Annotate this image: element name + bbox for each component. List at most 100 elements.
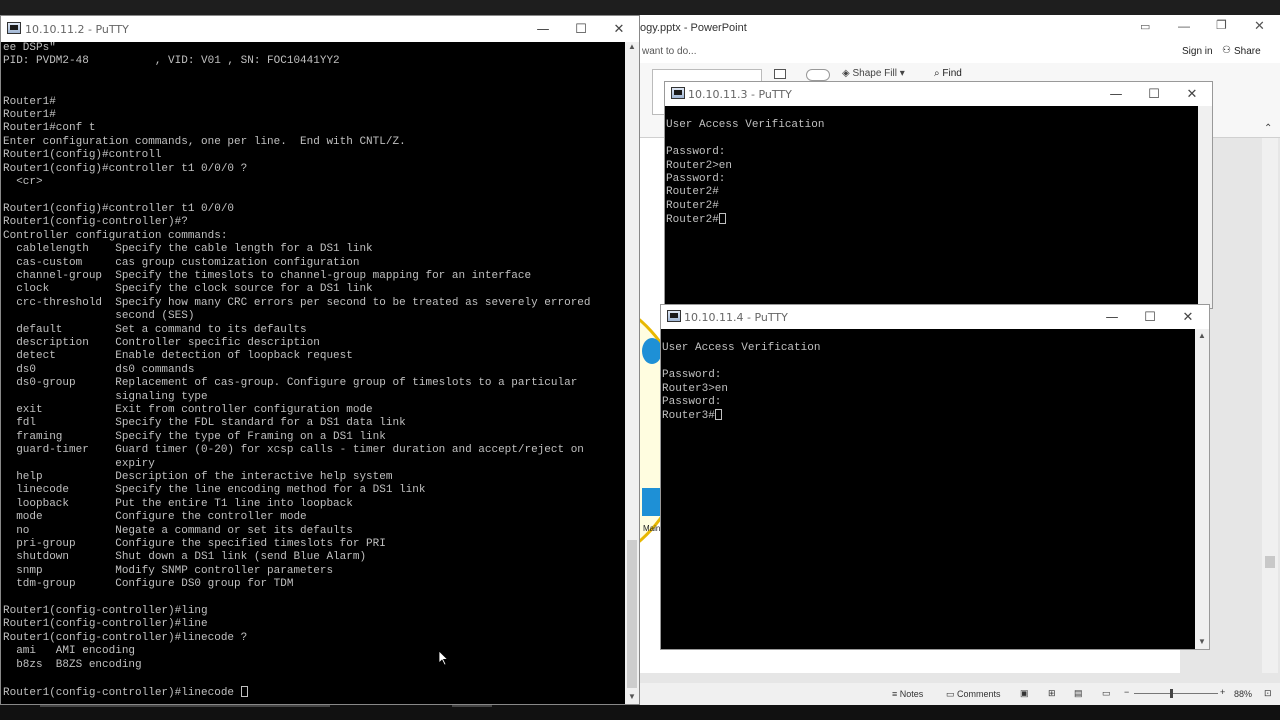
terminal-scrollbar[interactable] bbox=[1198, 106, 1212, 308]
terminal-line: Router1#conf t bbox=[3, 122, 96, 135]
shape-oval-icon[interactable] bbox=[806, 69, 830, 81]
shape-fill-label: Shape Fill bbox=[852, 68, 897, 79]
close-icon[interactable]: ✕ bbox=[1174, 82, 1210, 106]
terminal-line: ee DSPs" bbox=[3, 42, 56, 54]
slide-scroll-thumb[interactable] bbox=[1265, 556, 1275, 568]
terminal-output[interactable]: User Access Verification Password: Router… bbox=[662, 329, 1195, 647]
putty-window-router2: 10.10.11.3 - PuTTY — ☐ ✕ User Access Ver… bbox=[664, 81, 1213, 309]
router-icon bbox=[642, 338, 662, 364]
scroll-up-icon[interactable]: ▲ bbox=[628, 42, 636, 51]
scroll-down-icon[interactable]: ▼ bbox=[1198, 637, 1206, 646]
switch-icon bbox=[642, 488, 662, 516]
terminal-cursor bbox=[240, 685, 248, 697]
terminal-scrollbar[interactable]: ▲ ▼ bbox=[625, 42, 639, 704]
find-button[interactable]: ⌕ Find bbox=[934, 68, 962, 79]
terminal-line: Controller configuration commands: bbox=[3, 229, 228, 242]
terminal-line: help Description of the interactive help… bbox=[3, 471, 393, 483]
terminal-line: Password: bbox=[662, 396, 722, 409]
terminal-line: Password: bbox=[666, 146, 726, 159]
close-icon[interactable]: ✕ bbox=[1170, 305, 1206, 329]
powerpoint-title: ogy.pptx - PowerPoint bbox=[640, 22, 747, 34]
fit-slide-icon[interactable]: ⊡ bbox=[1264, 688, 1272, 699]
comments-label: Comments bbox=[957, 689, 1001, 699]
zoom-slider-thumb[interactable] bbox=[1170, 689, 1173, 698]
terminal-output[interactable]: ee DSPs" PID: PVDM2-48 , VID: V01 , SN: F… bbox=[3, 42, 625, 702]
terminal-line: Router3# bbox=[662, 409, 1195, 423]
terminal-cursor bbox=[718, 213, 726, 225]
scroll-down-icon[interactable]: ▼ bbox=[628, 692, 636, 701]
terminal-line: <cr> bbox=[3, 176, 43, 189]
zoom-slider[interactable] bbox=[1134, 693, 1218, 694]
shape-fill-button[interactable]: ◈ Shape Fill ▾ bbox=[842, 68, 905, 79]
maximize-icon[interactable]: ☐ bbox=[1132, 305, 1168, 329]
terminal-line: ami AMI encoding bbox=[3, 645, 136, 658]
sign-in-link[interactable]: Sign in bbox=[1182, 46, 1213, 57]
ribbon-display-icon[interactable]: ▭ bbox=[1140, 20, 1150, 33]
terminal-cursor bbox=[714, 409, 722, 421]
terminal-line: shutdown Shut down a DS1 link (send Blue… bbox=[3, 551, 367, 564]
terminal-line: description Controller specific descript… bbox=[3, 336, 320, 349]
zoom-level[interactable]: 88% bbox=[1234, 689, 1252, 699]
minimize-icon[interactable]: — bbox=[1094, 305, 1130, 329]
terminal-line: expiry bbox=[3, 457, 155, 470]
restore-icon[interactable]: ❐ bbox=[1216, 18, 1227, 32]
terminal-line: ds0 ds0 commands bbox=[3, 363, 195, 376]
comments-button[interactable]: ▭ Comments bbox=[946, 689, 1001, 700]
terminal-line: cablelength Specify the cable length for… bbox=[3, 243, 373, 256]
maximize-icon[interactable]: ☐ bbox=[563, 16, 599, 42]
minimize-icon[interactable]: — bbox=[1178, 19, 1190, 33]
terminal-line: User Access Verification bbox=[662, 342, 821, 355]
notes-button[interactable]: ≡ Notes bbox=[892, 689, 923, 699]
shape-rect-icon[interactable] bbox=[774, 69, 786, 79]
terminal-line: no Negate a command or set its defaults bbox=[3, 524, 353, 537]
bottom-strip-indicator bbox=[40, 705, 330, 707]
terminal-line: cas-custom cas group customization confi… bbox=[3, 256, 360, 269]
ribbon-collapse-icon[interactable]: ⌃ bbox=[1264, 123, 1272, 134]
terminal-line: fdl Specify the FDL standard for a DS1 d… bbox=[3, 417, 406, 430]
terminal-output[interactable]: User Access Verification Password: Router… bbox=[666, 106, 1198, 306]
maximize-icon[interactable]: ☐ bbox=[1136, 82, 1172, 106]
zoom-in-icon[interactable]: + bbox=[1220, 687, 1225, 697]
slide-label-main: Main bbox=[643, 524, 661, 533]
terminal-line: framing Specify the type of Framing on a… bbox=[3, 430, 386, 443]
putty-window-router1: 10.10.11.2 - PuTTY — ☐ ✕ ee DSPs" PID: PV… bbox=[0, 15, 640, 705]
terminal-line: Router1(config-controller)#linecode bbox=[3, 685, 625, 700]
minimize-icon[interactable]: — bbox=[1098, 82, 1134, 106]
share-button[interactable]: Share bbox=[1234, 46, 1261, 57]
zoom-out-icon[interactable]: − bbox=[1124, 687, 1129, 697]
slide-scrollbar[interactable] bbox=[1262, 138, 1278, 673]
scroll-up-icon[interactable]: ▲ bbox=[1198, 331, 1206, 340]
scroll-thumb[interactable] bbox=[627, 540, 637, 688]
terminal-line: Router1# bbox=[3, 95, 56, 108]
terminal-line: User Access Verification bbox=[666, 119, 825, 132]
terminal-line: Router1(config-controller)#? bbox=[3, 216, 188, 229]
slide-sorter-icon[interactable]: ⊞ bbox=[1048, 688, 1056, 699]
putty-title: 10.10.11.4 - PuTTY bbox=[684, 311, 788, 324]
putty-icon bbox=[7, 22, 21, 34]
terminal-line: Password: bbox=[666, 173, 726, 186]
close-icon[interactable]: ✕ bbox=[601, 16, 637, 42]
tell-me-box[interactable]: want to do... bbox=[642, 46, 696, 57]
terminal-line: second (SES) bbox=[3, 310, 195, 323]
mouse-pointer-icon bbox=[439, 651, 449, 666]
terminal-line: snmp Modify SNMP controller parameters bbox=[3, 564, 334, 577]
terminal-line: Router1(config-controller)#linecode ? bbox=[3, 631, 248, 644]
terminal-line: Router1# bbox=[3, 109, 56, 122]
terminal-line: channel-group Specify the timeslots to c… bbox=[3, 269, 532, 282]
reading-view-icon[interactable]: ▤ bbox=[1074, 688, 1083, 699]
terminal-line: clock Specify the clock source for a DS1… bbox=[3, 283, 373, 296]
putty-icon bbox=[671, 87, 685, 99]
terminal-line: mode Configure the controller mode bbox=[3, 511, 307, 524]
close-icon[interactable]: ✕ bbox=[1254, 18, 1265, 34]
share-icon[interactable]: ⚇ bbox=[1222, 45, 1231, 56]
slideshow-icon[interactable]: ▭ bbox=[1102, 688, 1111, 699]
normal-view-icon[interactable]: ▣ bbox=[1020, 688, 1029, 699]
notes-label: Notes bbox=[899, 689, 924, 699]
find-label: Find bbox=[942, 68, 962, 79]
minimize-icon[interactable]: — bbox=[525, 16, 561, 42]
terminal-scrollbar[interactable]: ▲ ▼ bbox=[1195, 329, 1209, 649]
